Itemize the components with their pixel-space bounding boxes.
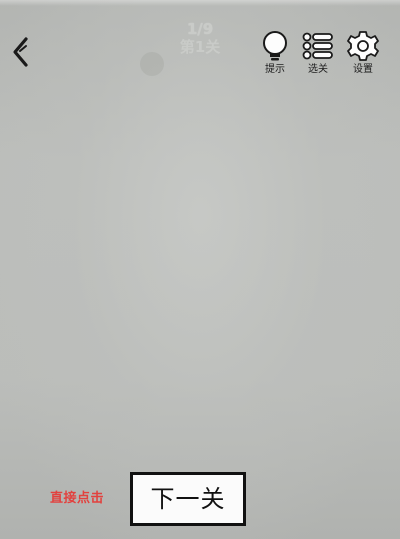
settings-button[interactable]: 设置 bbox=[341, 30, 385, 82]
faint-smudge bbox=[140, 52, 164, 76]
direct-tap-instruction: 直接点击 bbox=[50, 491, 105, 506]
top-edge bbox=[0, 0, 400, 6]
settings-label: 设置 bbox=[353, 64, 373, 75]
lightbulb-icon bbox=[259, 30, 291, 62]
game-screen[interactable]: 1/9 第1关 提示 选关 设置 直接点击 下一关 bbox=[0, 0, 400, 539]
level-counter: 1/9 bbox=[186, 20, 214, 38]
level-select-label: 选关 bbox=[308, 64, 328, 75]
hint-label: 提示 bbox=[265, 64, 285, 75]
chevron-left-icon bbox=[13, 37, 28, 67]
next-level-label: 下一关 bbox=[150, 485, 226, 513]
list-icon bbox=[302, 30, 334, 62]
next-level-button[interactable]: 下一关 bbox=[130, 472, 246, 526]
level-select-button[interactable]: 选关 bbox=[296, 30, 340, 82]
back-button[interactable] bbox=[4, 30, 38, 74]
hint-button[interactable]: 提示 bbox=[253, 30, 297, 82]
gear-icon bbox=[347, 30, 379, 62]
